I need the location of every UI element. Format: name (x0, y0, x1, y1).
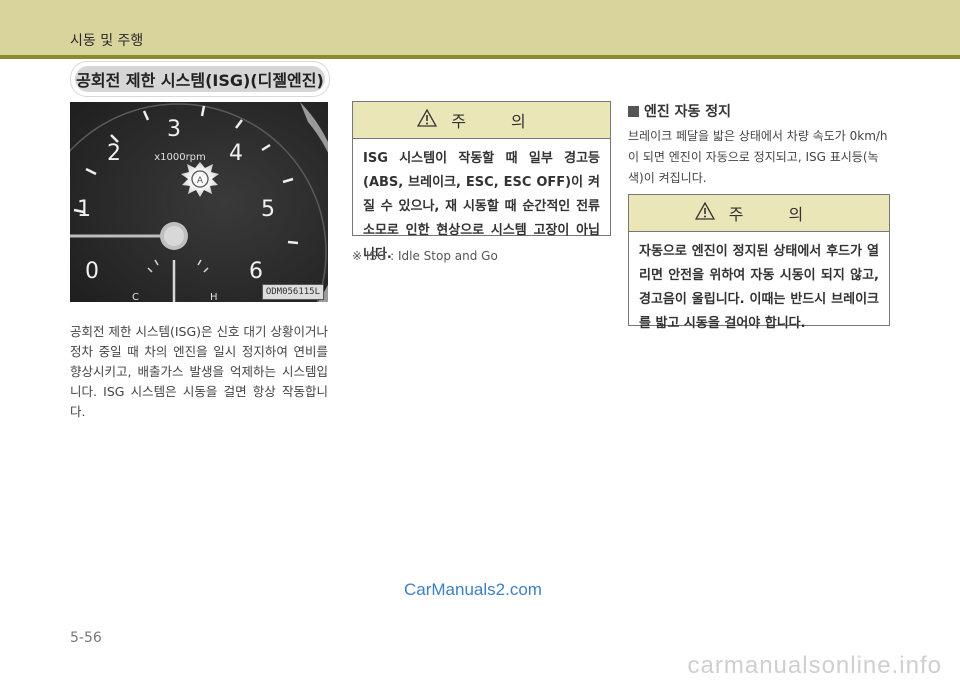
section-title-pill: 공회전 제한 시스템(ISG)(디젤엔진) (70, 61, 330, 97)
caution-text: 자동으로 엔진이 정지된 상태에서 후드가 열리면 안전을 위하여 자동 시동이… (639, 244, 879, 331)
page-number: 5-56 (70, 630, 102, 646)
tach-number-6: 6 (249, 259, 263, 284)
temp-cold-label: C (132, 292, 139, 302)
tach-number-0: 0 (85, 259, 99, 284)
caution-title: 주 의 (451, 112, 546, 131)
tach-number-1: 1 (77, 197, 91, 222)
subheading-text: 엔진 자동 정지 (644, 104, 732, 120)
header-rule (0, 55, 960, 59)
section-title: 공회전 제한 시스템(ISG)(디젤엔진) (75, 66, 325, 92)
image-code-label: ODM056115L (261, 284, 324, 300)
tach-number-5: 5 (261, 197, 275, 222)
tach-number-3: 3 (167, 117, 181, 142)
tach-unit-label: x1000rpm (154, 152, 206, 163)
caution-title: 주 의 (728, 205, 824, 224)
auto-stop-description: 브레이크 페달을 밟은 상태에서 차량 속도가 0km/h 이 되면 엔진이 자… (628, 129, 888, 185)
isg-description: 공회전 제한 시스템(ISG)은 신호 대기 상황이거나 정차 중일 때 차의 … (70, 324, 328, 419)
caution-box-isg-warning-lights: 주 의 ISG 시스템이 작동할 때 일부 경고등(ABS, 브레이크, ESC… (352, 101, 611, 262)
tachometer-illustration: 0 1 2 3 4 5 6 x1000rpm A C H ODM056115L (70, 102, 328, 302)
isg-abbreviation-note: ※ ISG : Idle Stop and Go (352, 249, 498, 263)
tach-number-2: 2 (107, 141, 121, 166)
header-band (0, 0, 960, 55)
warning-triangle-icon (417, 108, 438, 131)
watermark-footer: carmanualsonline.info (687, 652, 942, 679)
caution-header: 주 의 (629, 195, 889, 232)
tach-number-4: 4 (229, 141, 243, 166)
temp-hot-label: H (210, 292, 218, 302)
svg-text:A: A (197, 176, 204, 186)
watermark-link[interactable]: CarManuals2.com (404, 580, 542, 600)
chapter-title: 시동 및 주행 (70, 33, 144, 49)
tachometer-graphic: 0 1 2 3 4 5 6 x1000rpm A C H (70, 102, 328, 302)
subheading: 엔진 자동 정지 (628, 101, 731, 121)
warning-triangle-icon (694, 201, 715, 224)
square-bullet-icon (628, 105, 639, 117)
caution-header: 주 의 (353, 102, 610, 139)
caution-box-hood-open: 주 의 자동으로 엔진이 정지된 상태에서 후드가 열리면 안전을 위하여 자동… (628, 194, 890, 331)
